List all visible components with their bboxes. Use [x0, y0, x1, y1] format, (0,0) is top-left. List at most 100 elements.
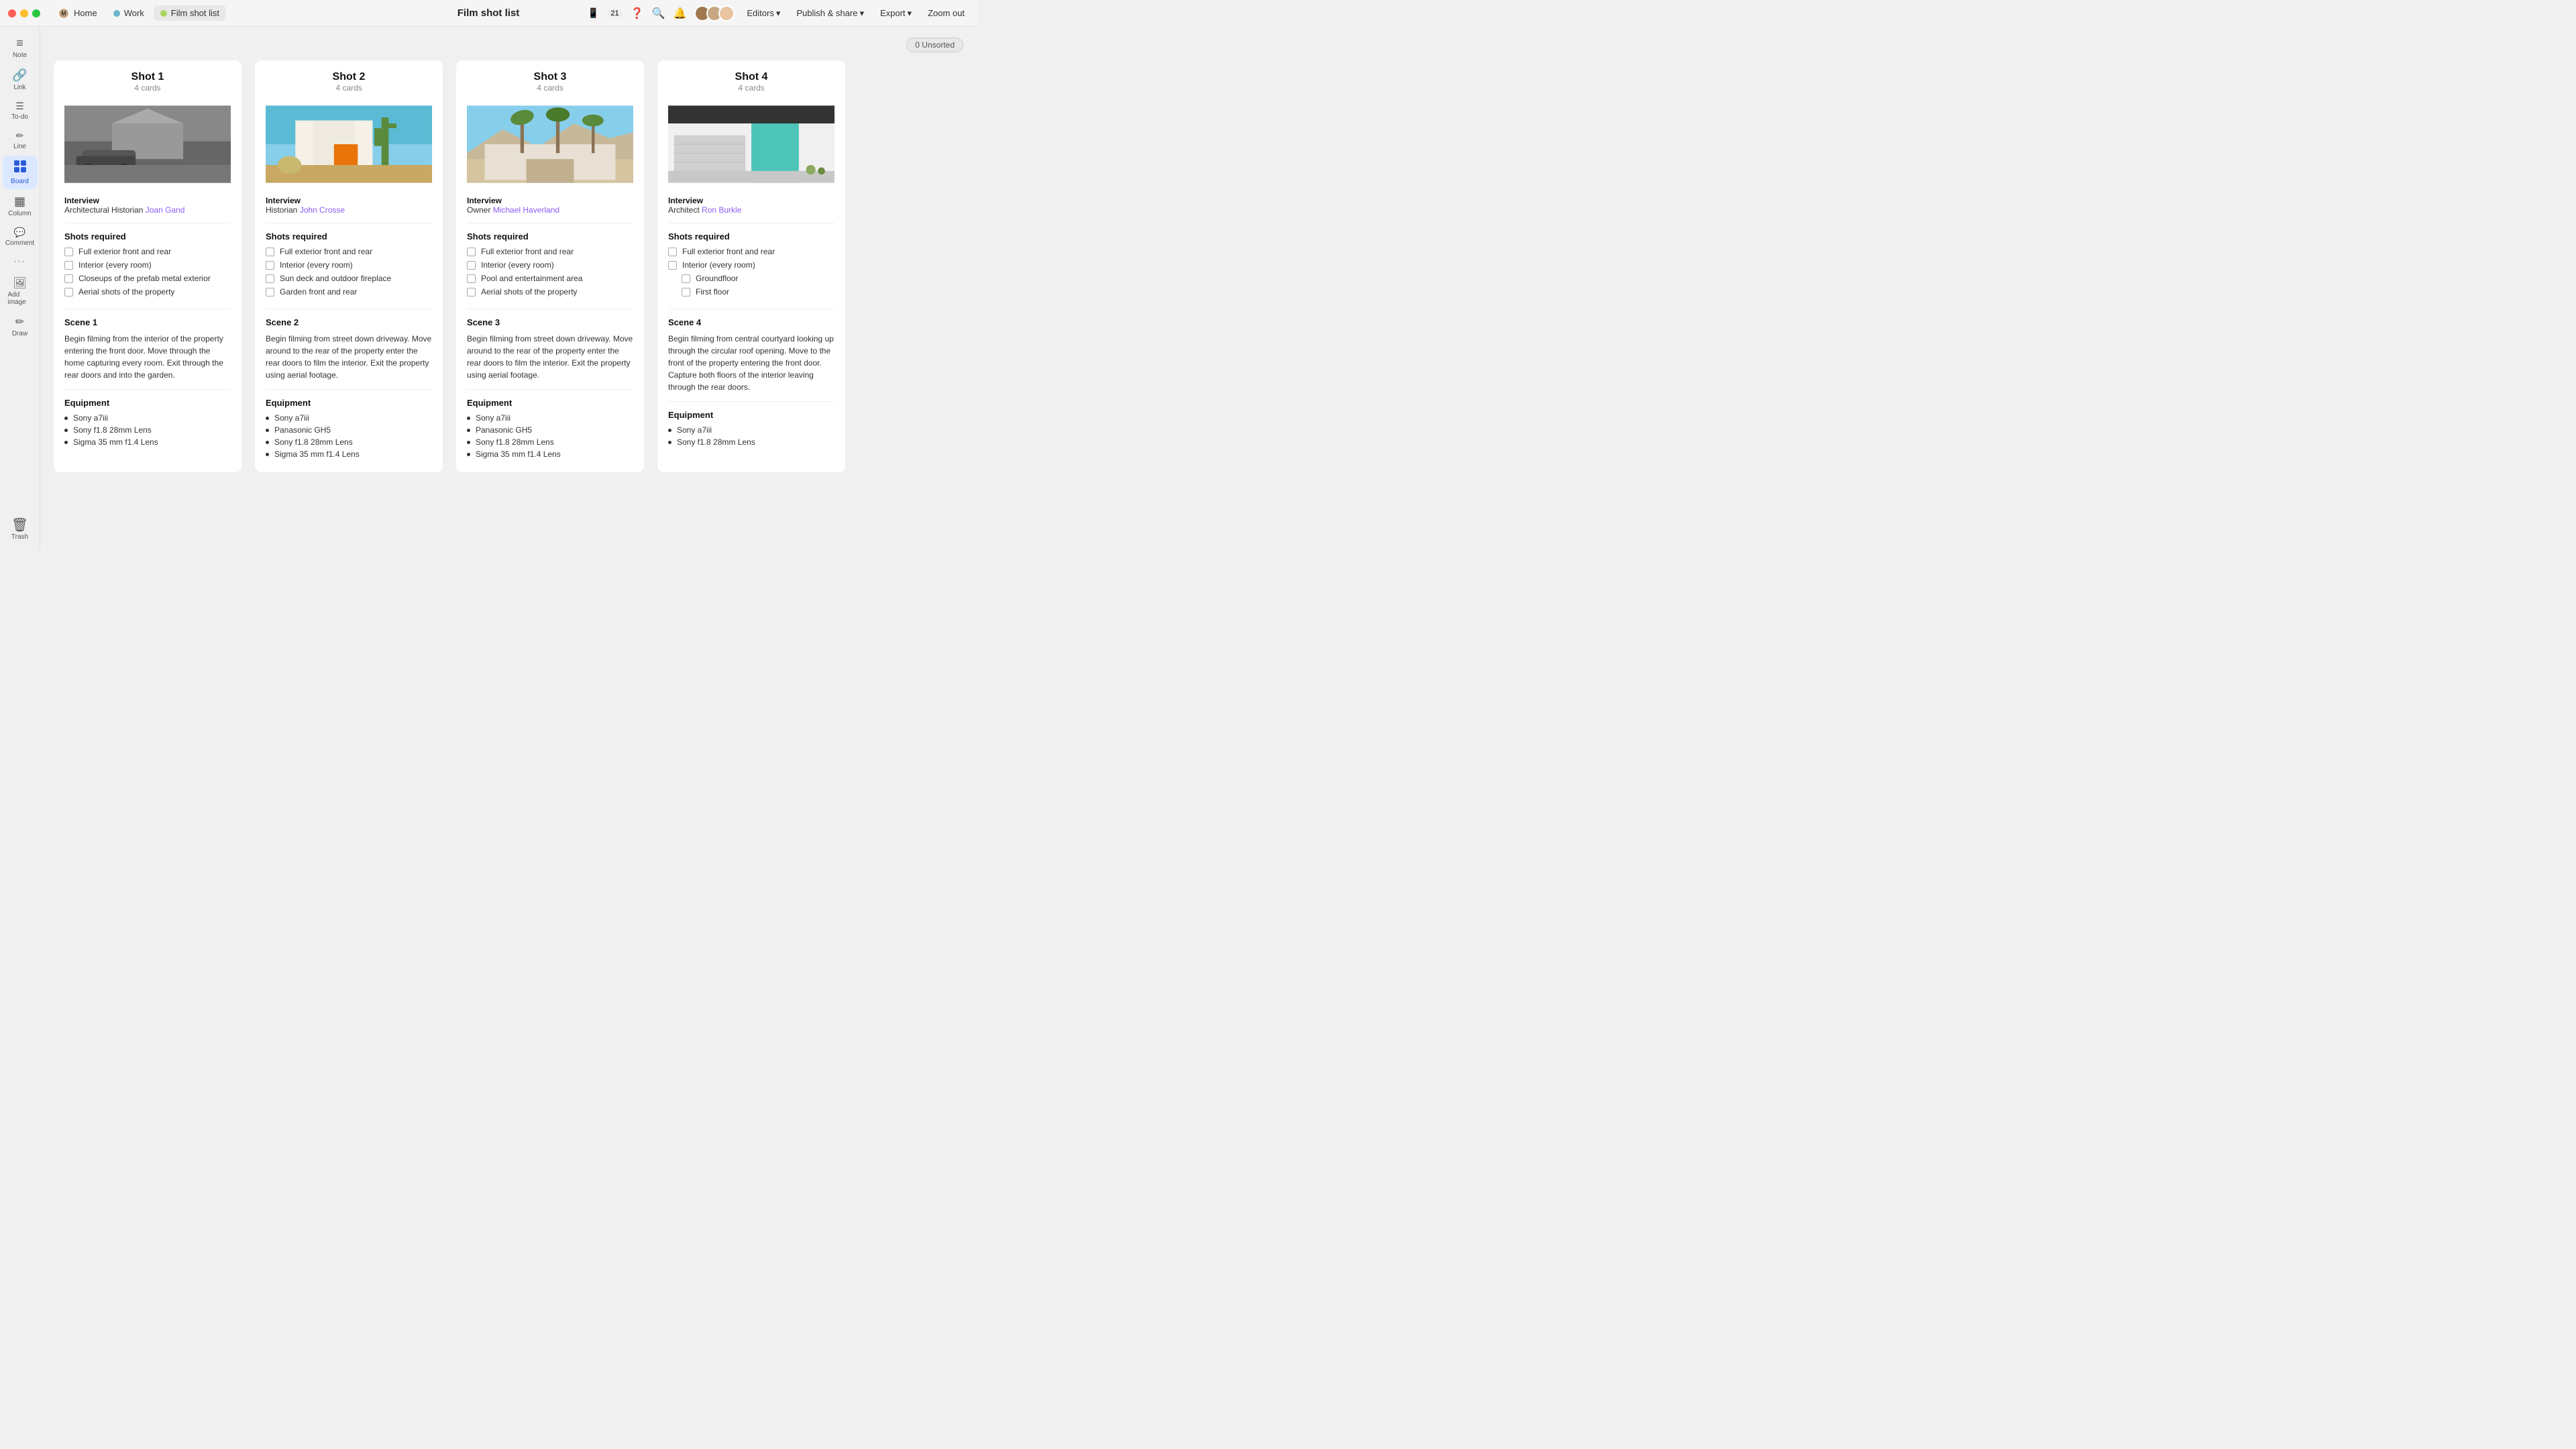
shot-checkbox[interactable] — [668, 248, 677, 256]
sidebar-item-line[interactable]: ✏ Line — [3, 126, 38, 154]
tab-work[interactable]: Work — [107, 5, 151, 21]
zoom-out-button[interactable]: Zoom out — [924, 6, 969, 20]
shot-checkbox[interactable] — [467, 274, 476, 283]
shot-checkbox[interactable] — [266, 288, 274, 297]
interview-link-shot4[interactable]: Ron Burkle — [702, 205, 741, 215]
shot-checkbox[interactable] — [682, 288, 690, 297]
shot-checkbox[interactable] — [467, 288, 476, 297]
shot-checkbox[interactable] — [64, 248, 73, 256]
unsorted-badge: 0 Unsorted — [906, 38, 963, 52]
interview-name-shot4: Architect Ron Burkle — [668, 205, 835, 215]
column-shot1: Shot 1 4 cards — [54, 60, 241, 472]
equipment-text: Sigma 35 mm f1.4 Lens — [476, 449, 561, 459]
sidebar-item-todo[interactable]: ☰ To-do — [3, 97, 38, 125]
shot-text: Pool and entertainment area — [481, 274, 582, 283]
bullet-icon — [64, 429, 68, 432]
column-shot2-image — [266, 101, 432, 188]
equipment-text: Sony f1.8 28mm Lens — [476, 437, 554, 447]
shot-text: Aerial shots of the property — [481, 287, 577, 297]
help-icon[interactable]: ❓ — [631, 7, 644, 20]
equipment-text: Sony a7iii — [73, 413, 108, 423]
shot-item: Closeups of the prefab metal exterior — [64, 274, 231, 283]
sidebar-item-todo-label: To-do — [11, 113, 28, 121]
shots-title-shot2: Shots required — [266, 231, 432, 241]
shot-text: Interior (every room) — [481, 260, 554, 270]
tab-film-shot-list[interactable]: Film shot list — [154, 5, 226, 21]
interview-link-shot1[interactable]: Joan Gand — [146, 205, 185, 215]
sidebar-item-comment[interactable]: 💬 Comment — [3, 223, 38, 251]
close-button[interactable] — [8, 9, 16, 17]
equipment-item: Sigma 35 mm f1.4 Lens — [266, 449, 432, 459]
board-icon — [13, 160, 27, 176]
sidebar-item-more[interactable]: ··· — [3, 252, 38, 271]
line-icon: ✏ — [16, 130, 24, 142]
shots-section-shot2: Shots required Full exterior front and r… — [266, 231, 432, 309]
sidebar-item-note-label: Note — [13, 52, 27, 59]
work-dot — [113, 10, 120, 17]
shot-checkbox[interactable] — [266, 248, 274, 256]
nav-tabs: M Home Work Film shot list — [51, 5, 226, 22]
sidebar-item-add-image[interactable]: 🖼 Add image — [3, 272, 38, 310]
sidebar-item-trash[interactable]: 🗑 Trash — [6, 513, 34, 545]
shot-checkbox[interactable] — [64, 274, 73, 283]
sidebar: ≡ Note 🔗 Link ☰ To-do ✏ Line Board ▦ Col… — [0, 27, 40, 550]
publish-share-button[interactable]: Publish & share ▾ — [792, 6, 868, 21]
shot-item: Full exterior front and rear — [266, 247, 432, 256]
equipment-text: Sony f1.8 28mm Lens — [73, 425, 152, 435]
editors-button[interactable]: Editors ▾ — [743, 6, 784, 21]
equipment-text: Sigma 35 mm f1.4 Lens — [274, 449, 360, 459]
bullet-icon — [64, 441, 68, 444]
scene-title-shot2: Scene 2 — [266, 317, 432, 327]
shot-checkbox[interactable] — [682, 274, 690, 283]
shot-text: Sun deck and outdoor fireplace — [280, 274, 391, 283]
sidebar-item-column[interactable]: ▦ Column — [3, 191, 38, 221]
shot-text: Garden front and rear — [280, 287, 357, 297]
sidebar-item-note[interactable]: ≡ Note — [3, 32, 38, 63]
shot-item: Aerial shots of the property — [64, 287, 231, 297]
bullet-icon — [266, 441, 269, 444]
scene-section-shot2: Scene 2 Begin filming from street down d… — [266, 317, 432, 390]
notification-icon[interactable]: 🔔 — [673, 7, 686, 20]
equipment-text: Sigma 35 mm f1.4 Lens — [73, 437, 158, 447]
bullet-icon — [467, 429, 470, 432]
shot-checkbox[interactable] — [467, 261, 476, 270]
interview-role-shot2: Interview — [266, 196, 432, 205]
shot-checkbox[interactable] — [668, 261, 677, 270]
interview-link-shot3[interactable]: Michael Haverland — [493, 205, 559, 215]
shot-checkbox[interactable] — [467, 248, 476, 256]
shot-item: Interior (every room) — [266, 260, 432, 270]
search-icon[interactable]: 🔍 — [652, 7, 665, 20]
sidebar-item-draw[interactable]: ✏ Draw — [3, 311, 38, 341]
equipment-item: Sony f1.8 28mm Lens — [64, 425, 231, 435]
shots-title-shot4: Shots required — [668, 231, 835, 241]
interview-block-shot3: Interview Owner Michael Haverland — [467, 196, 633, 223]
sidebar-item-link[interactable]: 🔗 Link — [3, 64, 38, 95]
tab-home[interactable]: M Home — [51, 5, 104, 22]
shot-item: Garden front and rear — [266, 287, 432, 297]
avatar-3 — [718, 5, 735, 21]
interview-role-shot3: Interview — [467, 196, 633, 205]
equipment-section-shot1: Equipment Sony a7iii Sony f1.8 28mm Lens… — [64, 398, 231, 447]
shot-checkbox[interactable] — [64, 288, 73, 297]
titlebar-right: 📱 21 ❓ 🔍 🔔 Editors ▾ Publish & share ▾ E… — [588, 5, 969, 21]
note-icon: ≡ — [16, 36, 23, 50]
maximize-button[interactable] — [32, 9, 40, 17]
column-shot1-header: Shot 1 4 cards — [64, 71, 231, 93]
shot-checkbox[interactable] — [266, 261, 274, 270]
shot-checkbox[interactable] — [266, 274, 274, 283]
shot-item: Full exterior front and rear — [64, 247, 231, 256]
minimize-button[interactable] — [20, 9, 28, 17]
scene-text-shot3: Begin filming from street down driveway.… — [467, 333, 633, 381]
shot-text: Interior (every room) — [78, 260, 152, 270]
scene-text-shot4: Begin filming from central courtyard loo… — [668, 333, 835, 393]
column-shot3-count: 4 cards — [467, 83, 633, 93]
scene-title-shot3: Scene 3 — [467, 317, 633, 327]
sidebar-item-board[interactable]: Board — [3, 156, 38, 189]
equipment-item: Sony a7iii — [668, 425, 835, 435]
export-button[interactable]: Export ▾ — [876, 6, 916, 21]
zoom-label: Zoom out — [928, 8, 965, 18]
shot-item: Interior (every room) — [467, 260, 633, 270]
interview-link-shot2[interactable]: John Crosse — [300, 205, 345, 215]
equipment-item: Sony f1.8 28mm Lens — [266, 437, 432, 447]
shot-checkbox[interactable] — [64, 261, 73, 270]
